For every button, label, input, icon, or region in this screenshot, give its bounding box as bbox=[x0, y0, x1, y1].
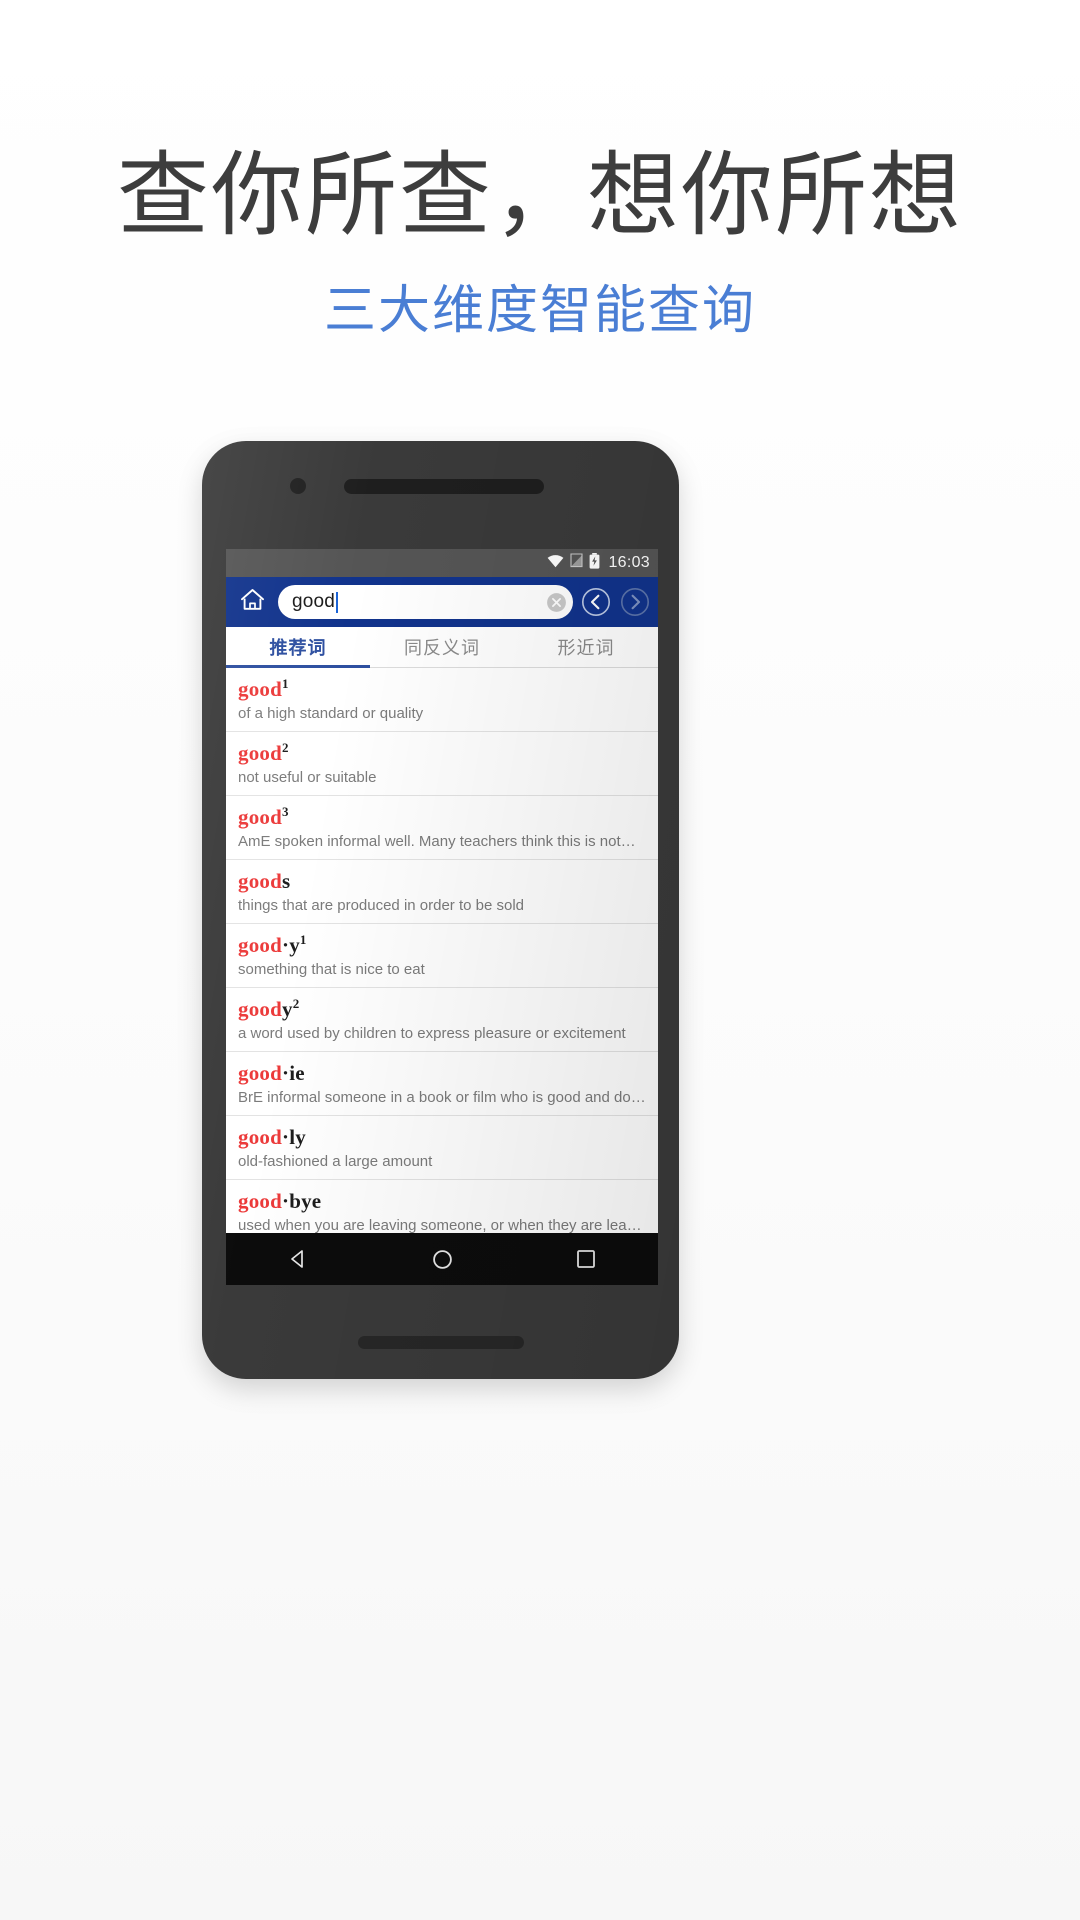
clear-search-button[interactable] bbox=[545, 591, 567, 613]
word-headword: good·bye bbox=[238, 1188, 646, 1214]
search-toolbar: good bbox=[226, 577, 658, 627]
back-triangle-icon bbox=[291, 1250, 303, 1268]
word-sense-number: 3 bbox=[281, 804, 289, 820]
word-headword: goods bbox=[238, 868, 646, 894]
word-match: good bbox=[238, 805, 282, 830]
phone-screen: 16:03 good 推荐词 同反义词 形近词 good1 of a high … bbox=[226, 549, 658, 1285]
wifi-icon bbox=[547, 554, 564, 573]
word-headword: good3 bbox=[238, 804, 646, 830]
table-row[interactable]: goody2 a word used by children to expres… bbox=[226, 988, 658, 1053]
back-button[interactable] bbox=[268, 1233, 328, 1285]
word-sense-number: 2 bbox=[292, 996, 300, 1012]
earpiece-speaker bbox=[344, 479, 544, 494]
word-sense-number: 1 bbox=[281, 676, 289, 691]
word-definition: things that are produced in order to be … bbox=[238, 896, 525, 914]
word-definition: old-fashioned a large amount bbox=[238, 1152, 433, 1170]
table-row[interactable]: good·y1 something that is nice to eat bbox=[226, 924, 658, 989]
word-rest: ·y bbox=[281, 933, 300, 958]
word-match: good bbox=[238, 997, 282, 1022]
tab-synonyms[interactable]: 同反义词 bbox=[370, 627, 514, 667]
search-input[interactable]: good bbox=[278, 585, 573, 619]
battery-charging-icon bbox=[589, 552, 600, 574]
table-row[interactable]: good2 not useful or suitable bbox=[226, 732, 658, 797]
word-definition: AmE spoken informal well. Many teachers … bbox=[238, 832, 636, 850]
word-rest: ·bye bbox=[281, 1189, 322, 1214]
word-headword: goody2 bbox=[238, 996, 646, 1022]
word-sense-number: 1 bbox=[299, 932, 307, 948]
home-button[interactable] bbox=[233, 583, 271, 621]
chevron-left-circle-icon bbox=[582, 588, 610, 616]
word-rest: s bbox=[281, 869, 291, 894]
android-navigation-bar bbox=[226, 1233, 658, 1285]
page-subtitle: 三大维度智能查询 bbox=[323, 281, 756, 341]
phone-mockup: 16:03 good 推荐词 同反义词 形近词 good1 of a high … bbox=[202, 441, 679, 1379]
recents-button[interactable] bbox=[556, 1233, 616, 1285]
tab-recommended[interactable]: 推荐词 bbox=[226, 627, 370, 667]
home-circle-icon bbox=[432, 1249, 452, 1269]
word-rest: ·ly bbox=[281, 1125, 306, 1150]
no-sim-icon bbox=[570, 553, 584, 573]
clear-circle-icon bbox=[546, 592, 566, 612]
word-match: good bbox=[238, 869, 282, 894]
word-definition: BrE informal someone in a book or film w… bbox=[238, 1088, 646, 1106]
chevron-right-circle-icon bbox=[621, 588, 649, 616]
word-match: good bbox=[238, 677, 282, 701]
word-definition: something that is nice to eat bbox=[238, 960, 425, 978]
prev-result-button[interactable] bbox=[580, 586, 612, 618]
word-result-list: good1 of a high standard or quality good… bbox=[226, 668, 658, 1245]
word-sense-number: 2 bbox=[281, 740, 289, 756]
word-match: good bbox=[238, 933, 282, 958]
table-row[interactable]: good1 of a high standard or quality bbox=[226, 668, 658, 733]
word-headword: good·ie bbox=[238, 1060, 646, 1086]
word-definition: not useful or suitable bbox=[238, 768, 377, 786]
table-row[interactable]: good3 AmE spoken informal well. Many tea… bbox=[226, 796, 658, 861]
word-match: good bbox=[238, 1125, 282, 1150]
status-bar: 16:03 bbox=[226, 549, 658, 577]
word-definition: of a high standard or quality bbox=[238, 704, 424, 722]
word-match: good bbox=[238, 741, 282, 766]
text-caret bbox=[336, 591, 339, 613]
search-input-value: good bbox=[292, 591, 336, 612]
home-button-nav[interactable] bbox=[412, 1233, 472, 1285]
result-tabs: 推荐词 同反义词 形近词 bbox=[226, 627, 658, 668]
recents-square-icon bbox=[577, 1250, 595, 1268]
status-bar-clock: 16:03 bbox=[608, 554, 650, 571]
word-match: good bbox=[238, 1189, 282, 1214]
word-match: good bbox=[238, 1061, 282, 1086]
page-title: 查你所查，想你所想 bbox=[116, 142, 963, 249]
home-icon bbox=[239, 587, 266, 618]
word-headword: good2 bbox=[238, 740, 646, 766]
tab-similar[interactable]: 形近词 bbox=[514, 627, 658, 667]
table-row[interactable]: good·ly old-fashioned a large amount bbox=[226, 1116, 658, 1181]
table-row[interactable]: good·ie BrE informal someone in a book o… bbox=[226, 1052, 658, 1117]
word-rest: ·ie bbox=[281, 1061, 305, 1086]
word-headword: good·y1 bbox=[238, 932, 646, 958]
table-row[interactable]: goods things that are produced in order … bbox=[226, 860, 658, 925]
front-camera-icon bbox=[290, 478, 306, 494]
word-headword: good·ly bbox=[238, 1124, 646, 1150]
promo-page: 查你所查，想你所想 三大维度智能查询 16:03 good 推荐词 同反义词 形… bbox=[0, 0, 1080, 1920]
next-result-button[interactable] bbox=[619, 586, 651, 618]
word-rest: y bbox=[281, 997, 293, 1022]
word-headword: good1 bbox=[238, 676, 646, 702]
active-tab-indicator bbox=[226, 665, 370, 668]
phone-bottom-speaker bbox=[358, 1336, 524, 1349]
word-definition: a word used by children to express pleas… bbox=[238, 1024, 626, 1042]
